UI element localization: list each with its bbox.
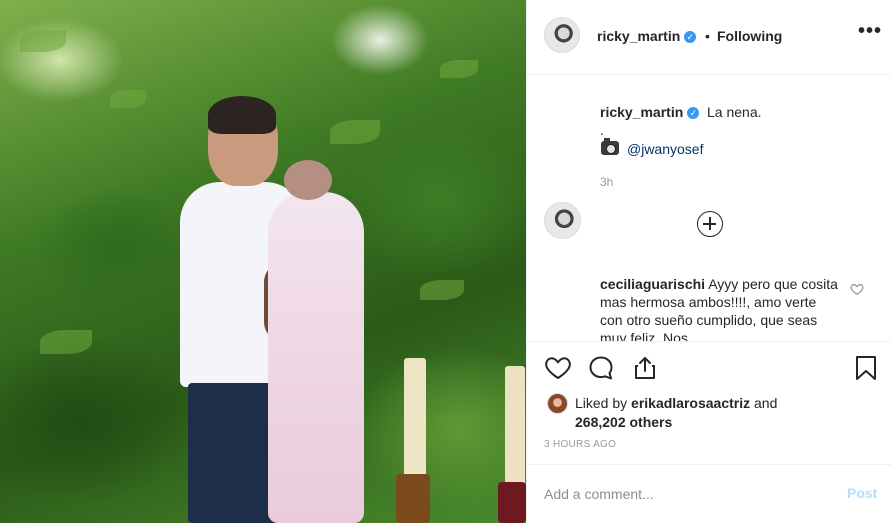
following-button[interactable]: Following: [717, 28, 782, 44]
baby-head: [284, 160, 332, 200]
add-comment-bar: Post: [527, 464, 891, 523]
comment-item: ceciliaguarischi Ayyy pero que cosita ma…: [600, 275, 840, 341]
pink-blanket: [268, 192, 364, 523]
separator-dot: •: [705, 28, 710, 44]
foliage: [20, 30, 66, 52]
candle: [404, 358, 426, 478]
author-username[interactable]: ricky_martin ✓: [597, 28, 697, 44]
comment-username[interactable]: ceciliaguarischi: [600, 276, 705, 292]
actions-section: Liked by erikadlarosaactriz and 268,202 …: [527, 341, 891, 523]
liker-username[interactable]: erikadlarosaactriz: [631, 395, 750, 411]
share-icon[interactable]: [631, 354, 659, 382]
foliage: [440, 60, 478, 78]
man-hair: [208, 96, 276, 134]
likes-count[interactable]: 268,202 others: [575, 414, 672, 430]
foliage: [330, 120, 380, 144]
caption-timestamp[interactable]: 3h: [600, 175, 613, 189]
caption-username-text[interactable]: ricky_martin: [600, 104, 683, 120]
bookmark-icon[interactable]: [852, 354, 880, 382]
candle-holder: [498, 482, 526, 523]
more-options-icon[interactable]: •••: [858, 21, 881, 44]
comments-section: ricky_martin ✓ La nena. . @jwanyosef 3h c…: [527, 76, 891, 341]
comment-input[interactable]: [544, 483, 814, 505]
post-details-panel: ricky_martin ✓ • Following ••• ricky_mart…: [526, 0, 891, 523]
camera-emoji-icon: [601, 138, 619, 155]
caption-text: La nena.: [707, 104, 762, 120]
post-header: ricky_martin ✓ • Following •••: [527, 0, 891, 75]
post-timestamp[interactable]: 3 HOURS AGO: [544, 439, 616, 450]
load-more-comments-icon[interactable]: [697, 211, 723, 237]
verified-badge-icon: ✓: [687, 107, 700, 119]
foliage: [420, 280, 464, 300]
likes-summary: Liked by erikadlarosaactriz and 268,202 …: [575, 394, 865, 432]
liked-by-conjunction: and: [754, 395, 778, 411]
post-comment-button[interactable]: Post: [847, 485, 877, 501]
post-photo[interactable]: [0, 0, 526, 523]
caption-username[interactable]: ricky_martin ✓: [600, 104, 700, 120]
liked-by-prefix: Liked by: [575, 395, 628, 411]
author-username-text[interactable]: ricky_martin: [597, 28, 680, 44]
photographer-mention-link[interactable]: @jwanyosef: [627, 141, 703, 157]
caption-author-avatar[interactable]: [544, 202, 581, 239]
caption-dot: .: [600, 122, 604, 138]
candle: [505, 366, 525, 486]
liker-avatar[interactable]: [547, 393, 568, 414]
comment-bubble-icon[interactable]: [587, 354, 615, 382]
heart-icon[interactable]: [544, 354, 572, 382]
foliage: [40, 330, 92, 354]
candle-holder: [396, 474, 430, 523]
author-avatar[interactable]: [544, 17, 580, 53]
comment-like-heart-icon[interactable]: [850, 282, 864, 296]
verified-badge-icon: ✓: [684, 31, 697, 43]
foliage: [110, 90, 146, 108]
